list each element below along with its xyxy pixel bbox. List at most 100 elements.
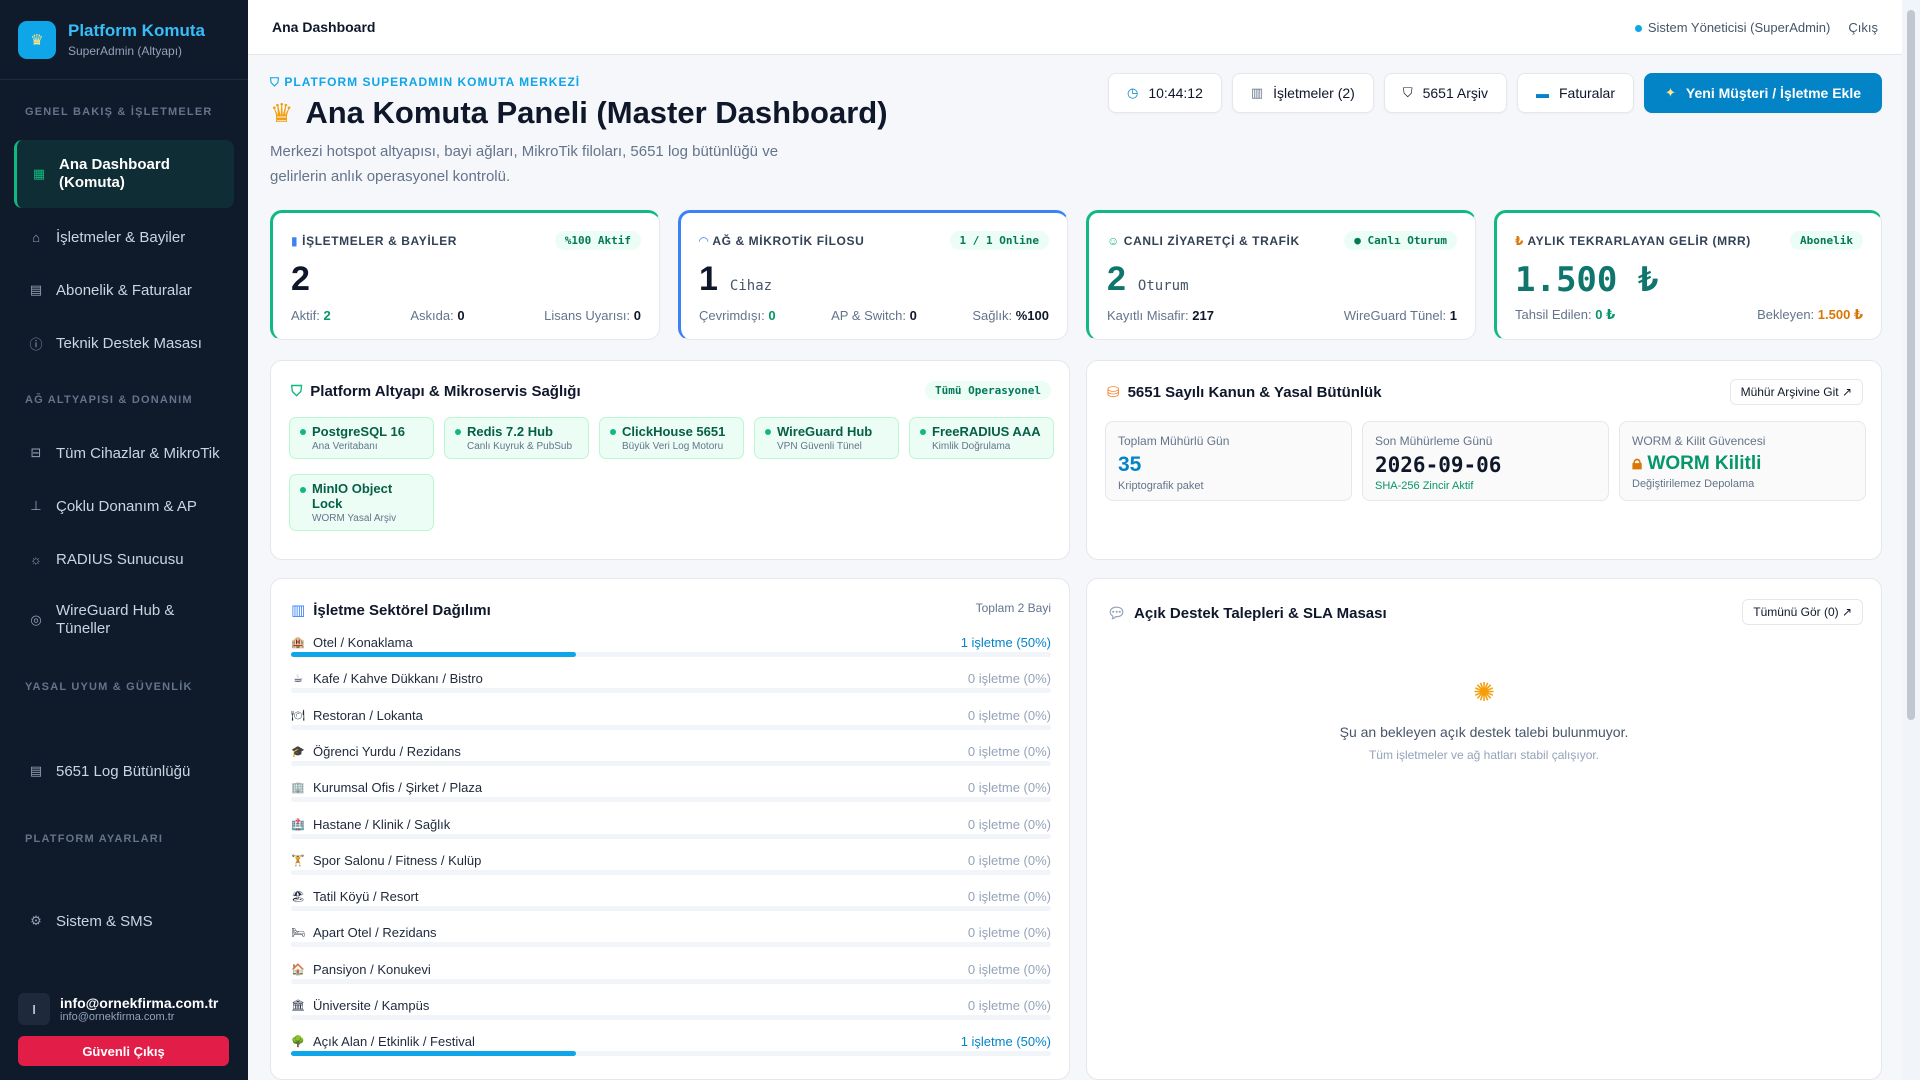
- sector-progress-track: [291, 652, 1051, 657]
- kpi-mrr[interactable]: ₺ AYLIK TEKRARLAYAN GELİR (MRR) Abonelik …: [1494, 210, 1882, 340]
- kpi-foot-label: Aktif:: [291, 308, 320, 323]
- section-label: YASAL UYUM & GÜVENLİK: [25, 681, 193, 693]
- card-title-text: 5651 Sayılı Kanun & Yasal Bütünlük: [1127, 383, 1382, 401]
- stat-value: 2026-09-06: [1375, 453, 1502, 477]
- apartment-icon: 🛏: [291, 927, 305, 940]
- stat-sub: SHA-256 Zincir Aktif: [1375, 480, 1474, 492]
- clock-icon: ◷: [1127, 85, 1139, 100]
- kpi-title: ◠ AĞ & MİKROTİK FİLOSU: [699, 234, 864, 248]
- sidebar-item-system-sms[interactable]: ⚙ Sistem & SMS: [14, 906, 234, 936]
- sidebar-item-devices[interactable]: ⊟ Tüm Cihazlar & MikroTik: [14, 438, 234, 468]
- scrollbar-thumb[interactable]: [1907, 10, 1915, 720]
- status-badge: %100 Aktif: [554, 231, 641, 250]
- chat-bubble-icon: 💬︎: [1107, 605, 1127, 622]
- service-sub: Canlı Kuyruk & PubSub: [467, 441, 573, 452]
- sector-value: 1 işletme (50%): [960, 1034, 1051, 1050]
- sector-value: 0 işletme (0%): [967, 816, 1051, 832]
- kpi-businesses[interactable]: ▮ İŞLETMELER & BAYİLER %100 Aktif 2 Aktif…: [270, 210, 660, 340]
- sidebar-item-businesses[interactable]: ⌂ İşletmeler & Bayiler: [14, 222, 234, 252]
- sector-row[interactable]: 🍽 Restoran / Lokanta 0 işletme (0%): [291, 705, 1051, 741]
- role-indicator: Sistem Yöneticisi (SuperAdmin): [1634, 20, 1830, 35]
- breadcrumb[interactable]: Ana Dashboard: [272, 19, 375, 35]
- archive-button[interactable]: ⛉ 5651 Arşiv: [1383, 73, 1507, 113]
- shield-icon: ⛉: [270, 75, 281, 89]
- add-customer-button[interactable]: ✦ Yeni Müşteri / İşletme Ekle: [1644, 73, 1882, 113]
- tree-icon: 🌳: [291, 1036, 305, 1049]
- sector-row[interactable]: 🌳 Açık Alan / Etkinlik / Festival 1 işletm…: [291, 1031, 1051, 1067]
- sector-progress-track: [291, 942, 1051, 948]
- user-profile[interactable]: I info@ornekfirma.com.tr info@ornekfirma…: [18, 993, 218, 1025]
- sidebar-item-dashboard[interactable]: ▦ Ana Dashboard (Komuta): [14, 140, 234, 208]
- kpi-foot-label: AP & Switch:: [831, 308, 906, 323]
- sector-progress-track: [291, 760, 1051, 766]
- invoices-button[interactable]: ▬ Faturalar: [1516, 73, 1635, 113]
- status-dot-icon: [1634, 24, 1642, 32]
- kpi-value: 1: [699, 260, 718, 298]
- sector-row[interactable]: 🏖 Tatil Köyü / Resort 0 işletme (0%): [291, 886, 1051, 922]
- money-bag-icon: ₺: [1515, 233, 1524, 248]
- service-clickhouse[interactable]: ClickHouse 5651 Büyük Veri Log Motoru: [599, 417, 744, 459]
- sidebar-item-radius[interactable]: ☼ RADIUS Sunucusu: [14, 544, 234, 574]
- empty-title: Şu an bekleyen açık destek talebi bulunm…: [1339, 724, 1629, 740]
- sidebar-item-label: 5651 Log Bütünlüğü: [56, 762, 191, 780]
- sparkle-icon: ✦: [1665, 85, 1676, 100]
- sidebar-item-label: Ana Dashboard: [59, 156, 170, 173]
- service-redis[interactable]: Redis 7.2 Hub Canlı Kuyruk & PubSub: [444, 417, 589, 459]
- sector-row[interactable]: 🏢 Kurumsal Ofis / Şirket / Plaza 0 işletme…: [291, 777, 1051, 813]
- sector-row[interactable]: 🎓 Öğrenci Yurdu / Rezidans 0 işletme (0%): [291, 741, 1051, 777]
- view-all-tickets-button[interactable]: Tümünü Gör (0) ↗: [1742, 599, 1863, 625]
- service-wireguard[interactable]: WireGuard Hub VPN Güvenli Tünel: [754, 417, 899, 459]
- seal-archive-button[interactable]: Mühür Arşivine Git ↗: [1729, 379, 1863, 405]
- service-sub: Ana Veritabanı: [312, 441, 378, 452]
- sidebar: ♛ Platform Komuta SuperAdmin (Altyapı) G…: [0, 0, 248, 1080]
- kpi-unit: Oturum: [1137, 278, 1189, 294]
- sector-row[interactable]: 🛏 Apart Otel / Rezidans 0 işletme (0%): [291, 922, 1051, 958]
- kpi-foot-value: 0: [909, 308, 917, 323]
- sector-row[interactable]: 🏨 Otel / Konaklama 1 işletme (50%): [291, 632, 1051, 668]
- sector-value: 0 işletme (0%): [967, 743, 1051, 759]
- scrollbar[interactable]: [1902, 0, 1920, 1080]
- service-minio[interactable]: MinIO Object Lock WORM Yasal Arşiv: [289, 474, 434, 531]
- sector-row[interactable]: 🏛 Üniversite / Kampüs 0 işletme (0%): [291, 995, 1051, 1031]
- sector-row[interactable]: 🏋 Spor Salonu / Fitness / Kulüp 0 işletme …: [291, 850, 1051, 886]
- sidebar-item-5651-log[interactable]: ▤ 5651 Log Bütünlüğü: [14, 756, 234, 786]
- kpi-value: 2: [1107, 260, 1126, 298]
- kpi-network[interactable]: ◠ AĞ & MİKROTİK FİLOSU 1 / 1 Online 1 Ciha…: [678, 210, 1068, 340]
- support-sla-card: 💬︎ Açık Destek Talepleri & SLA Masası Tüm…: [1086, 578, 1882, 1080]
- sector-progress-fill: [291, 1051, 576, 1057]
- page-title: ♛ Ana Komuta Paneli (Master Dashboard): [270, 95, 888, 131]
- brand[interactable]: ♛ Platform Komuta SuperAdmin (Altyapı): [0, 0, 248, 80]
- kpi-foot-value: 1: [1449, 308, 1457, 323]
- kpi-foot-label: Kayıtlı Misafir:: [1107, 308, 1189, 323]
- clock-button[interactable]: ◷ 10:44:12: [1108, 73, 1222, 113]
- kpi-traffic[interactable]: ☺ CANLI ZİYARETÇİ & TRAFİK ● Canlı Oturum…: [1086, 210, 1476, 340]
- secure-logout-button[interactable]: Güvenli Çıkış: [18, 1036, 229, 1066]
- sidebar-item-wireguard[interactable]: ◎ WireGuard Hub & Tüneller: [14, 596, 234, 644]
- sector-progress-track: [291, 724, 1051, 730]
- section-label: GENEL BAKIŞ & İŞLETMELER: [25, 106, 213, 118]
- sector-distribution-card: ▥ İşletme Sektörel Dağılımı Toplam 2 Bayi…: [270, 578, 1070, 1080]
- kpi-foot-value: 217: [1192, 308, 1214, 323]
- building-icon: ▮: [291, 233, 299, 248]
- coffee-icon: ☕: [293, 673, 303, 686]
- businesses-button[interactable]: ▥ İşletmeler (2): [1231, 73, 1374, 113]
- sector-progress-fill: [291, 652, 576, 657]
- status-dot-icon: [610, 428, 616, 435]
- service-postgresql[interactable]: PostgreSQL 16 Ana Veritabanı: [289, 417, 434, 459]
- help-circle-icon: ⓘ: [29, 336, 43, 352]
- sidebar-item-support[interactable]: ⓘ Teknik Destek Masası: [14, 328, 234, 358]
- sector-progress-track: [291, 869, 1051, 875]
- sector-progress-track: [291, 906, 1051, 912]
- sidebar-item-hardware[interactable]: ⊥ Çoklu Donanım & AP: [14, 491, 234, 521]
- sector-value: 0 işletme (0%): [967, 852, 1051, 868]
- sector-row[interactable]: 🏥 Hastane / Klinik / Sağlık 0 işletme (0%): [291, 814, 1051, 850]
- logout-link[interactable]: Çıkış: [1848, 20, 1878, 35]
- kpi-title-text: AYLIK TEKRARLAYAN GELİR (MRR): [1527, 233, 1751, 248]
- service-name: MinIO Object: [312, 481, 393, 496]
- service-freeradius[interactable]: FreeRADIUS AAA Kimlik Doğrulama: [909, 417, 1054, 459]
- sector-row[interactable]: ☕ Kafe / Kahve Dükkanı / Bistro 0 işletme …: [291, 668, 1051, 704]
- sidebar-item-subscriptions[interactable]: ▤ Abonelik & Faturalar: [14, 275, 234, 305]
- sector-row[interactable]: 🏠 Pansiyon / Konukevi 0 işletme (0%): [291, 959, 1051, 995]
- sector-progress-track: [291, 1015, 1051, 1020]
- sector-value: 0 işletme (0%): [967, 889, 1051, 905]
